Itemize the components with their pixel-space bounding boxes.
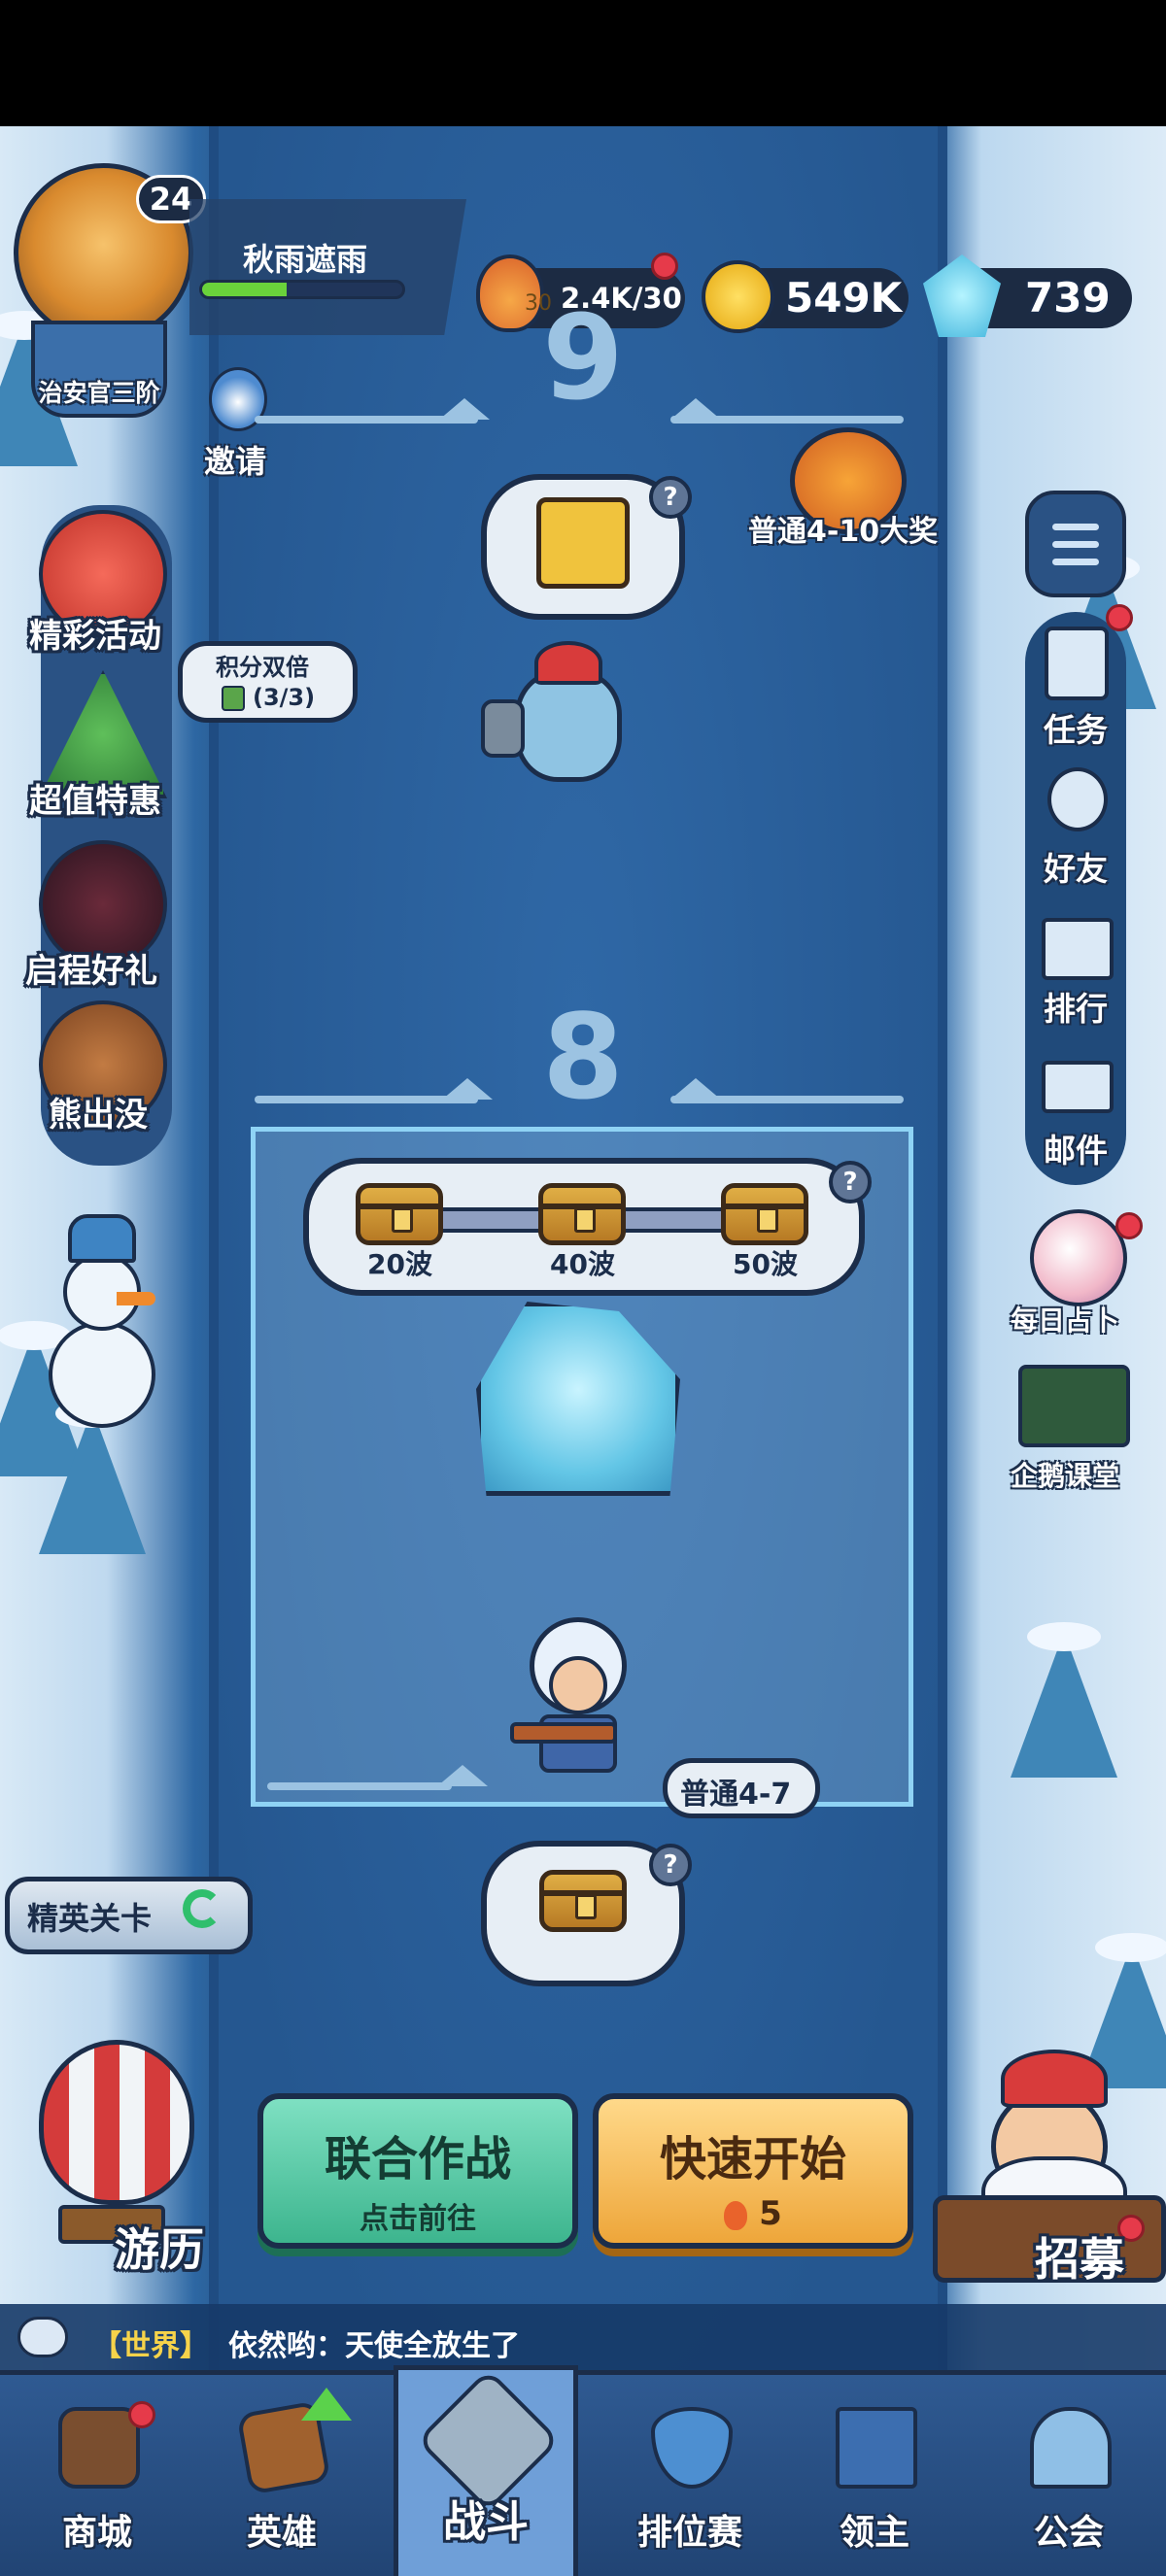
right-menu-label-mail[interactable]: 邮件 [1025,1125,1126,1171]
left-menu-label-activities[interactable]: 精彩活动 [29,609,161,657]
rank-label: 治安官三阶 [38,379,160,407]
key-icon [536,497,630,589]
quick-start-button[interactable]: 快速开始 5 [593,2093,913,2249]
friends-icon[interactable] [1047,767,1108,831]
stage-9-number: 9 [542,291,624,426]
quick-start-title: 快速开始 [659,2132,846,2186]
refresh-icon [183,1889,222,1928]
xp-bar-fill [202,283,287,296]
tab-heroes[interactable]: 英雄 [194,2372,369,2576]
next-chest-info-icon[interactable]: ? [649,1844,692,1886]
stage-9-info-icon[interactable]: ? [649,476,692,519]
penguin-class-label[interactable]: 企鹅课堂 [1011,1455,1119,1494]
chat-bubble-icon[interactable] [17,2317,68,2357]
co-op-subtitle: 点击前往 [360,2202,476,2236]
snowman-icon [29,1214,175,1467]
tab-shop[interactable]: 商城 [10,2372,185,2576]
tab-ranked[interactable]: 排位赛 [602,2372,777,2576]
shop-alert-dot [128,2401,155,2428]
podium-icon[interactable] [1042,918,1114,980]
grand-prize-label[interactable]: 普通4-10大奖 [748,507,938,550]
double-points-count: (3/3) [253,684,316,711]
chat-message: 依然哟：天使全放生了 [228,2329,520,2363]
christmas-ogre-boss-icon[interactable] [481,641,656,806]
wave-info-icon[interactable]: ? [829,1161,872,1203]
player-name: 秋雨遮雨 [243,241,368,278]
stamina-alert-dot [651,253,678,280]
clipboard-icon[interactable] [1045,627,1109,700]
stage-8-number: 8 [542,991,624,1126]
upgrade-arrow-icon [301,2388,352,2421]
left-menu-label-deals[interactable]: 超值特惠 [29,774,161,822]
right-menu-label-friends[interactable]: 好友 [1025,843,1126,890]
tab-heroes-label: 英雄 [246,2513,317,2553]
elite-stage-label: 精英关卡 [27,1900,153,1937]
stage-9-divider-peak-left [439,398,490,420]
co-op-title: 联合作战 [324,2132,511,2186]
ticket-icon [222,686,245,711]
tasks-alert-dot [1106,604,1133,631]
stage-7-divider-left [267,1782,452,1790]
chat-channel: 【世界】 [92,2329,209,2363]
invite-label[interactable]: 邀请 [204,437,266,482]
tab-lord[interactable]: 领主 [787,2372,962,2576]
guild-castle-icon [1030,2407,1112,2489]
quick-start-cost: 5 [759,2194,782,2233]
flame-icon [724,2200,748,2230]
xp-bar [199,280,405,299]
wave-20-label: 20波 [367,1248,432,1280]
penguin-teacher-icon[interactable] [1018,1365,1130,1447]
gem-value: 739 [1025,274,1111,322]
stage-7-divider-peak [437,1765,488,1786]
next-chest-icon[interactable] [539,1870,627,1932]
right-menu-toggle-icon[interactable] [1025,491,1126,597]
tab-lord-label: 领主 [839,2513,909,2553]
snow-tree-icon [1011,1622,1117,1778]
tab-ranked-label: 排位赛 [636,2513,742,2553]
current-stage-label: 普通4-7 [680,1778,792,1812]
travel-label[interactable]: 游历 [115,2215,204,2279]
lord-banner-icon [836,2407,917,2489]
left-menu-label-journey-gift[interactable]: 启程好礼 [25,944,157,992]
quick-start-cost-row: 5 [599,2194,908,2233]
wave-50-chest-icon[interactable] [721,1183,808,1245]
wave-20-chest-icon[interactable] [356,1183,443,1245]
wave-40-label: 40波 [550,1248,615,1280]
shop-icon [58,2407,140,2489]
hero-character-icon[interactable] [510,1617,646,1782]
tab-battle-label: 战斗 [443,2497,529,2547]
right-menu-label-ranking[interactable]: 排行 [1025,983,1126,1030]
daily-fortune-label[interactable]: 每日占卜 [1011,1300,1119,1339]
coin-icon [702,260,774,333]
fortune-alert-dot [1115,1212,1143,1239]
wave-50-label: 50波 [733,1248,798,1280]
ranked-shield-icon [651,2407,733,2489]
coin-value: 549K [785,274,903,322]
hot-air-balloon-icon[interactable] [39,2040,194,2205]
tab-guild-label: 公会 [1033,2513,1104,2553]
co-op-battle-button[interactable]: 联合作战 点击前往 [257,2093,578,2249]
stage-8-divider-peak-left [442,1078,493,1100]
right-menu-label-tasks[interactable]: 任务 [1025,704,1126,751]
crystal-ball-icon[interactable] [1030,1209,1127,1306]
tab-shop-label: 商城 [61,2513,132,2553]
tab-guild[interactable]: 公会 [981,2372,1156,2576]
tab-battle[interactable]: 战斗 [394,2365,578,2576]
left-menu-label-bear[interactable]: 熊出没 [49,1088,148,1135]
double-points-title: 积分双倍 [216,654,309,681]
mail-icon[interactable] [1042,1061,1114,1113]
wave-40-chest-icon[interactable] [538,1183,626,1245]
stage-9-divider-peak-right [670,398,721,420]
stage-8-divider-peak-right [670,1078,721,1100]
recruit-label[interactable]: 招募 [1035,2224,1124,2288]
